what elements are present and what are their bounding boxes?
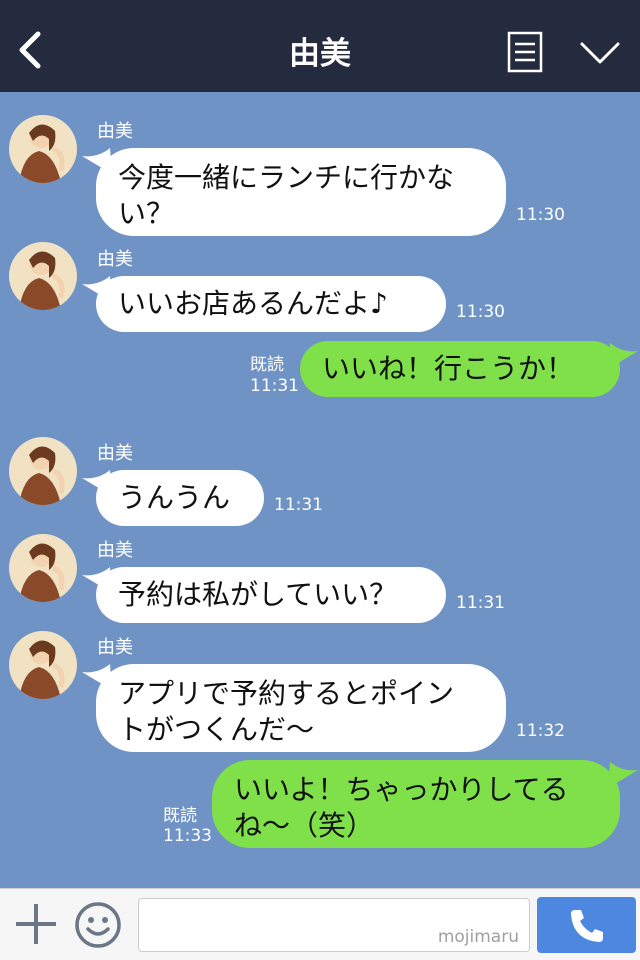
avatar-image bbox=[9, 242, 77, 310]
phone-icon bbox=[571, 910, 603, 942]
sender-name: 由美 bbox=[97, 540, 133, 561]
message-time: 11:31 bbox=[250, 376, 299, 396]
message-bubble[interactable]: うんうん bbox=[96, 470, 264, 526]
avatar-image bbox=[9, 534, 77, 602]
sender-name: 由美 bbox=[97, 637, 133, 658]
message-bubble[interactable]: アプリで予約するとポイン トがつくんだ〜 bbox=[96, 664, 506, 752]
chevron-down-icon[interactable] bbox=[578, 38, 622, 68]
message-time: 11:30 bbox=[456, 302, 505, 322]
avatar[interactable] bbox=[9, 437, 77, 505]
composer-bar: mojimaru bbox=[0, 888, 640, 960]
list-icon[interactable] bbox=[507, 31, 543, 73]
sender-name: 由美 bbox=[97, 443, 133, 464]
message-time: 11:33 bbox=[163, 826, 212, 846]
call-button[interactable] bbox=[537, 897, 636, 953]
message-time: 11:30 bbox=[516, 205, 565, 225]
smile-icon[interactable] bbox=[74, 901, 122, 949]
message-bubble[interactable]: いいね！行こうか！ bbox=[300, 341, 620, 397]
message-bubble[interactable]: いいお店あるんだよ♪ bbox=[96, 276, 446, 332]
read-receipt: 既読 bbox=[163, 806, 197, 826]
chat-header: 由美 bbox=[0, 0, 640, 92]
message-bubble[interactable]: 今度一緒にランチに行かな い？ bbox=[96, 148, 506, 236]
message-time: 11:31 bbox=[274, 495, 323, 515]
plus-icon[interactable] bbox=[14, 902, 58, 946]
message-bubble[interactable]: いいよ！ちゃっかりしてる ね〜（笑） bbox=[212, 760, 620, 848]
sender-name: 由美 bbox=[97, 249, 133, 270]
avatar-image bbox=[9, 631, 77, 699]
avatar-image bbox=[9, 437, 77, 505]
avatar-image bbox=[9, 115, 77, 183]
message-bubble[interactable]: 予約は私がしていい？ bbox=[96, 567, 446, 623]
avatar[interactable] bbox=[9, 534, 77, 602]
watermark: mojimaru bbox=[437, 927, 519, 947]
avatar[interactable] bbox=[9, 631, 77, 699]
message-time: 11:31 bbox=[456, 593, 505, 613]
message-input[interactable]: mojimaru bbox=[138, 898, 530, 952]
sender-name: 由美 bbox=[97, 121, 133, 142]
avatar[interactable] bbox=[9, 242, 77, 310]
read-receipt: 既読 bbox=[250, 355, 284, 375]
chat-title: 由美 bbox=[289, 36, 351, 72]
avatar[interactable] bbox=[9, 115, 77, 183]
message-time: 11:32 bbox=[516, 721, 565, 741]
